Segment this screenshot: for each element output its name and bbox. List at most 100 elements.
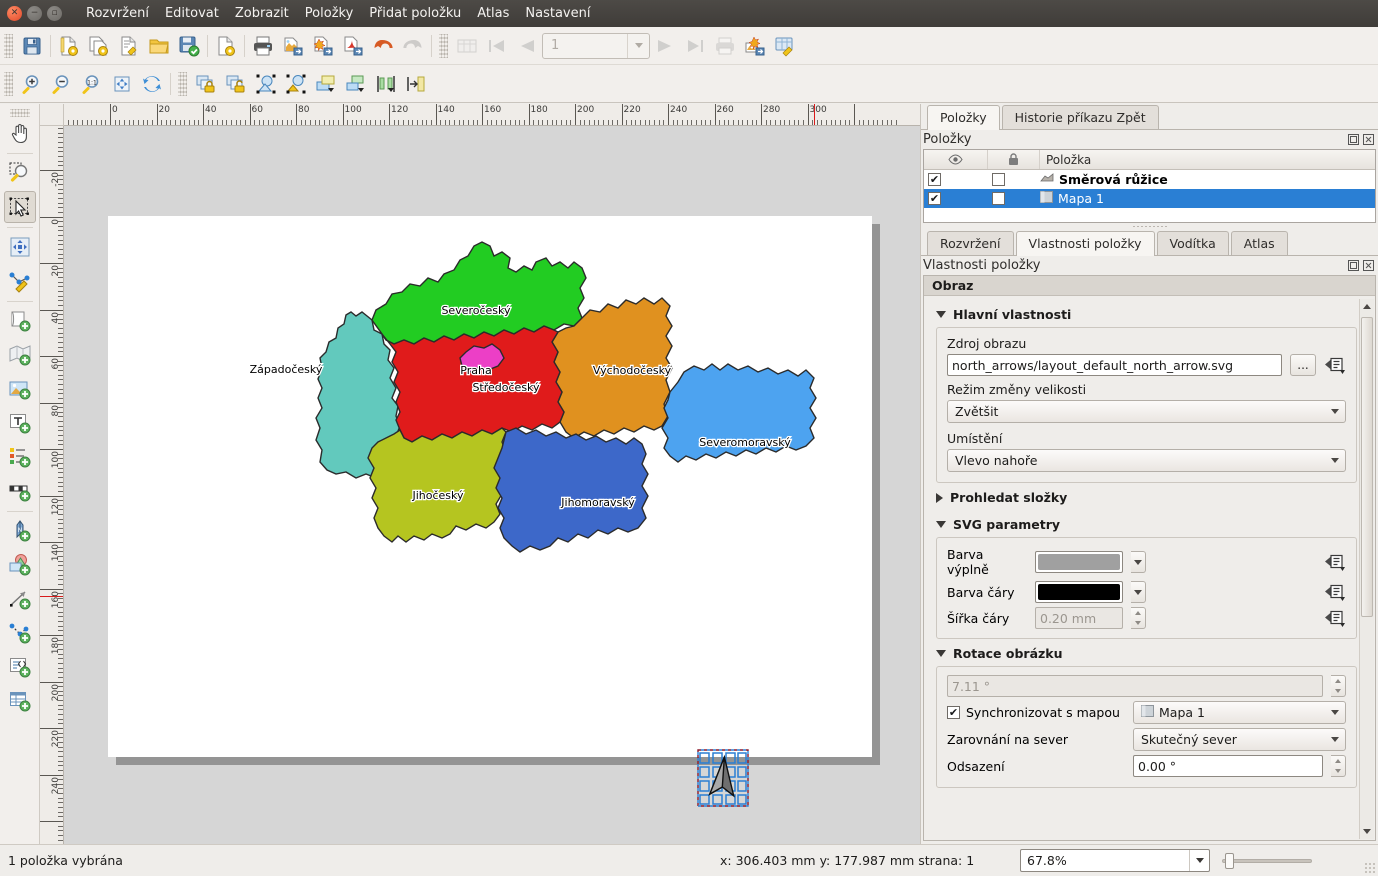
close-panel-icon[interactable] [1362,134,1374,146]
image-source-input[interactable]: north_arrows/layout_default_north_arrow.… [947,354,1282,376]
select-move-item-tool[interactable] [3,191,36,223]
fill-color-button[interactable] [1035,551,1123,573]
items-list[interactable]: Položka ✔ Směrová růžice ✔ Mapa 1 [923,149,1376,223]
raise-items-icon[interactable] [311,69,341,99]
section-main-properties-header[interactable]: Hlavní vlastnosti [936,302,1357,327]
duplicate-layout-icon[interactable] [84,31,114,61]
new-layout-icon[interactable] [54,31,84,61]
add-label-tool[interactable] [4,407,36,439]
data-defined-override-icon[interactable] [1324,583,1346,601]
lock-items-icon[interactable] [191,69,221,99]
offset-input[interactable]: 0.00 ° [1133,755,1323,777]
close-panel-icon[interactable] [1362,260,1374,272]
align-left-icon[interactable] [371,69,401,99]
atlas-page-input[interactable]: 1 [542,32,650,59]
section-svg-parameters-header[interactable]: SVG parametry [936,512,1357,537]
stroke-color-button[interactable] [1035,581,1123,603]
new-from-template-icon[interactable] [211,31,241,61]
fill-color-dropdown[interactable] [1131,551,1146,573]
scroll-up-button[interactable] [1360,299,1374,314]
export-pdf-icon[interactable] [338,31,368,61]
zoom-in-icon[interactable] [17,69,47,99]
maximize-window-button[interactable]: ▫ [47,6,62,21]
chevron-down-icon[interactable] [936,311,946,318]
close-window-button[interactable]: ✕ [7,6,22,21]
north-alignment-combo[interactable]: Skutečný sever [1133,728,1346,751]
vertical-ruler[interactable]: -20 0 20 40 60 80 100 120 140 160 180 200 220 240 [40,126,64,844]
data-defined-override-icon[interactable] [1324,356,1346,374]
offset-stepper[interactable] [1331,755,1346,777]
scrollbar-thumb[interactable] [1361,317,1373,617]
layout-page[interactable]: Západočeský Severočeský Praha Středočesk… [108,216,872,807]
refresh-icon[interactable] [137,69,167,99]
data-defined-override-icon[interactable] [1324,553,1346,571]
ungroup-items-icon[interactable] [281,69,311,99]
menu-pridat-polozku[interactable]: Přidat položku [361,2,469,25]
menu-nastaveni[interactable]: Nastavení [517,2,598,25]
chevron-down-icon[interactable] [1189,850,1209,871]
float-panel-icon[interactable] [1347,134,1359,146]
zoom-tool[interactable] [4,157,36,189]
item-lock-checkbox[interactable] [988,173,1040,186]
add-legend-tool[interactable] [4,441,36,473]
horizontal-ruler[interactable]: 0 20 40 60 80 100 120 140 160 180 200 220 240 260 280 3… [64,104,920,126]
stroke-width-stepper[interactable] [1131,607,1146,629]
layout-manager-icon[interactable] [114,31,144,61]
zoom-level-combo[interactable]: 67.8% [1020,849,1210,872]
add-arrow-tool[interactable] [4,583,36,615]
pan-tool[interactable] [4,117,36,149]
browse-image-button[interactable]: ... [1290,354,1316,376]
stroke-width-input[interactable]: 0.20 mm [1035,607,1123,629]
zoom-100-icon[interactable]: 1:1 [77,69,107,99]
table-row[interactable]: ✔ Směrová růžice [924,170,1375,189]
tab-atlas[interactable]: Atlas [1230,231,1288,255]
item-visibility-checkbox[interactable]: ✔ [924,173,988,186]
add-html-tool[interactable] [4,651,36,683]
menu-atlas[interactable]: Atlas [469,2,517,25]
toolbar-grip[interactable] [4,33,13,58]
resize-mode-combo[interactable]: Zvětšit [947,400,1346,423]
zoom-out-icon[interactable] [47,69,77,99]
tab-voditka[interactable]: Vodítka [1156,231,1229,255]
data-defined-override-icon[interactable] [1324,609,1346,627]
move-item-content-tool[interactable] [4,231,36,263]
distribute-icon[interactable] [401,69,431,99]
add-attribute-table-tool[interactable] [4,685,36,717]
tab-historie-prikazu-zpet[interactable]: Historie příkazu Zpět [1001,105,1159,129]
export-svg-icon[interactable] [308,31,338,61]
toolbar-grip-nav[interactable] [4,71,13,96]
chevron-down-icon[interactable] [936,650,946,657]
item-lock-checkbox[interactable] [988,192,1040,205]
add-scalebar-tool[interactable] [4,475,36,507]
resize-grip[interactable] [1364,862,1376,874]
table-row[interactable]: ✔ Mapa 1 [924,189,1375,208]
toolbar-grip-atlas[interactable] [439,33,448,58]
unlock-items-icon[interactable] [221,69,251,99]
lower-items-icon[interactable] [341,69,371,99]
save-template-icon[interactable] [174,31,204,61]
minimize-window-button[interactable]: − [27,6,42,21]
undo-icon[interactable] [368,31,398,61]
tab-rozvrzeni[interactable]: Rozvržení [927,231,1014,255]
float-panel-icon[interactable] [1347,260,1359,272]
items-list-empty-area[interactable] [924,208,1375,222]
atlas-export-image-icon[interactable] [740,31,770,61]
toolbar-grip-items[interactable] [178,71,187,96]
scroll-down-button[interactable] [1360,824,1374,839]
add-shape-tool[interactable] [4,549,36,581]
sync-with-map-checkbox[interactable]: ✔ Synchronizovat s mapou [947,705,1125,720]
item-properties-scroll-area[interactable]: Obraz Hlavní vlastnosti Zdroj obrazu nor… [923,275,1376,841]
atlas-settings-icon[interactable] [770,31,800,61]
add-north-arrow-tool[interactable]: N [4,515,36,547]
menu-editovat[interactable]: Editovat [157,2,227,25]
chevron-down-icon[interactable] [627,33,649,58]
chevron-right-icon[interactable] [936,492,943,503]
open-folder-icon[interactable] [144,31,174,61]
stroke-color-dropdown[interactable] [1131,581,1146,603]
add-page-tool[interactable] [4,305,36,337]
rotation-angle-input[interactable]: 7.11 ° [947,675,1323,697]
print-icon[interactable] [248,31,278,61]
zoom-full-icon[interactable] [107,69,137,99]
item-visibility-checkbox[interactable]: ✔ [924,192,988,205]
section-search-directories-header[interactable]: Prohledat složky [936,485,1357,510]
